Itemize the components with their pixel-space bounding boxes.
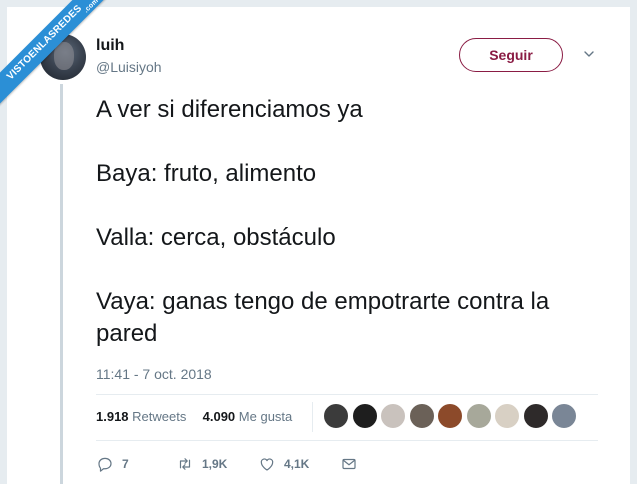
tweet-line: Valla: cerca, obstáculo [96,224,336,251]
liker-avatar[interactable] [323,403,349,429]
divider [96,394,598,395]
like-button[interactable]: 4,1K [258,454,309,474]
tweet-line: Baya: fruto, alimento [96,160,317,187]
follow-button[interactable]: Seguir [459,38,563,72]
retweet-icon [179,458,191,470]
liker-avatar[interactable] [437,403,463,429]
divider [312,402,313,432]
tweet-line: A ver si diferenciamos ya [96,96,363,123]
reply-button[interactable]: 7 [96,454,129,474]
watermark-ribbon: VISTOENLASREDES.com [0,0,120,120]
liker-avatar[interactable] [551,403,577,429]
reply-count: 7 [122,457,129,471]
envelope-icon [342,458,356,470]
liker-avatar[interactable] [465,403,492,429]
liker-avatar[interactable] [522,403,549,429]
tweet-stats: 1.918 Retweets 4.090 Me gusta [96,409,292,424]
liker-avatar[interactable] [494,403,520,429]
divider [96,440,598,441]
likes-stat[interactable]: 4.090 Me gusta [203,409,293,424]
watermark-text: VISTOENLASREDES.com [0,0,120,112]
retweet-button[interactable]: 1,9K [176,454,227,474]
tweet-actions: 7 1,9K 4,1K [96,454,396,474]
chevron-down-icon[interactable] [583,48,595,60]
liker-avatar[interactable] [408,403,435,429]
liker-avatar[interactable] [380,403,406,429]
message-button[interactable] [340,454,358,474]
reply-icon [98,457,112,472]
retweet-count: 1,9K [202,457,228,471]
retweet-stat[interactable]: 1.918 Retweets [96,409,186,424]
thread-line [60,84,63,484]
heart-icon [260,458,274,471]
like-count: 4,1K [284,457,310,471]
liker-avatar[interactable] [351,403,378,429]
tweet-text: A ver si diferenciamos ya Baya: fruto, a… [96,94,616,350]
tweet-timestamp[interactable]: 11:41 - 7 oct. 2018 [96,366,212,382]
tweet-line: Vaya: ganas tengo de empotrarte contra l… [96,288,550,347]
